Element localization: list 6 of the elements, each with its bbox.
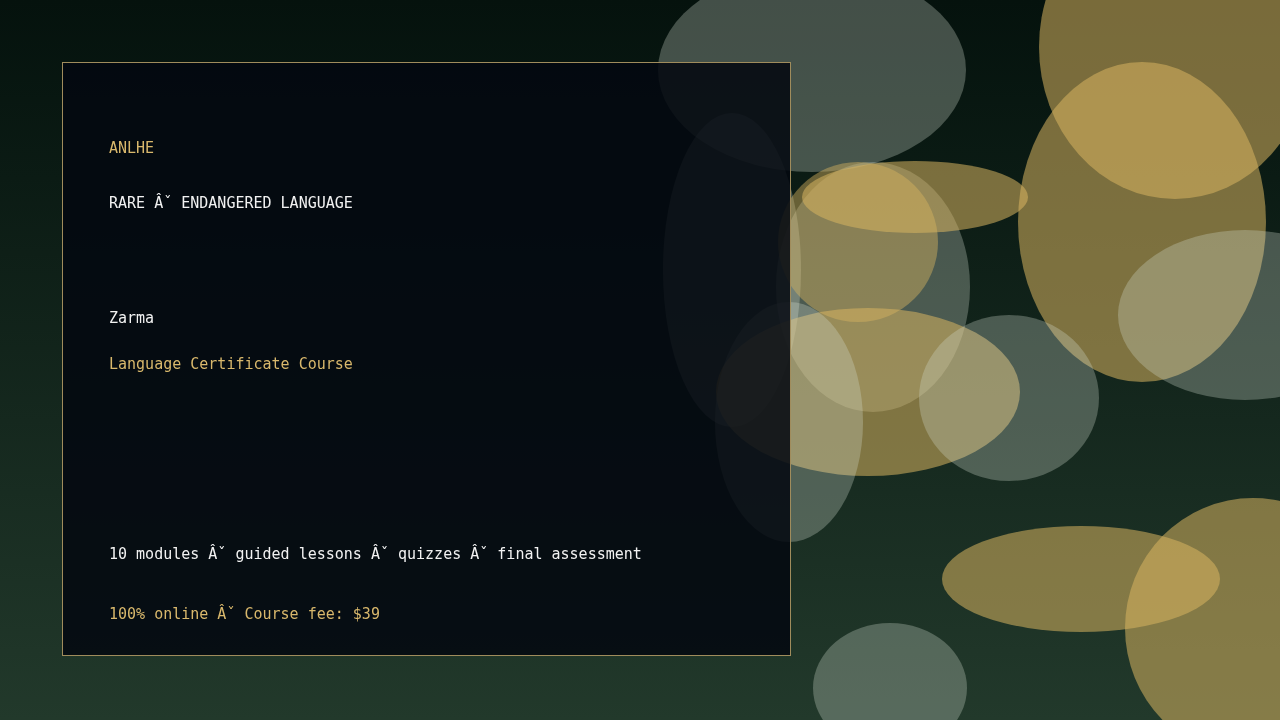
- category-label: RARE Âˇ ENDANGERED LANGUAGE: [109, 193, 353, 213]
- language-title: Zarma: [109, 308, 155, 328]
- eyebrow-label: ANLHE: [109, 138, 155, 158]
- pricing-text: 100% online Âˇ Course fee: $39: [109, 604, 380, 624]
- course-details: 10 modules Âˇ guided lessons Âˇ quizzes Âˇ final assessment: [109, 544, 642, 564]
- course-subtitle: Language Certificate Course: [109, 354, 353, 374]
